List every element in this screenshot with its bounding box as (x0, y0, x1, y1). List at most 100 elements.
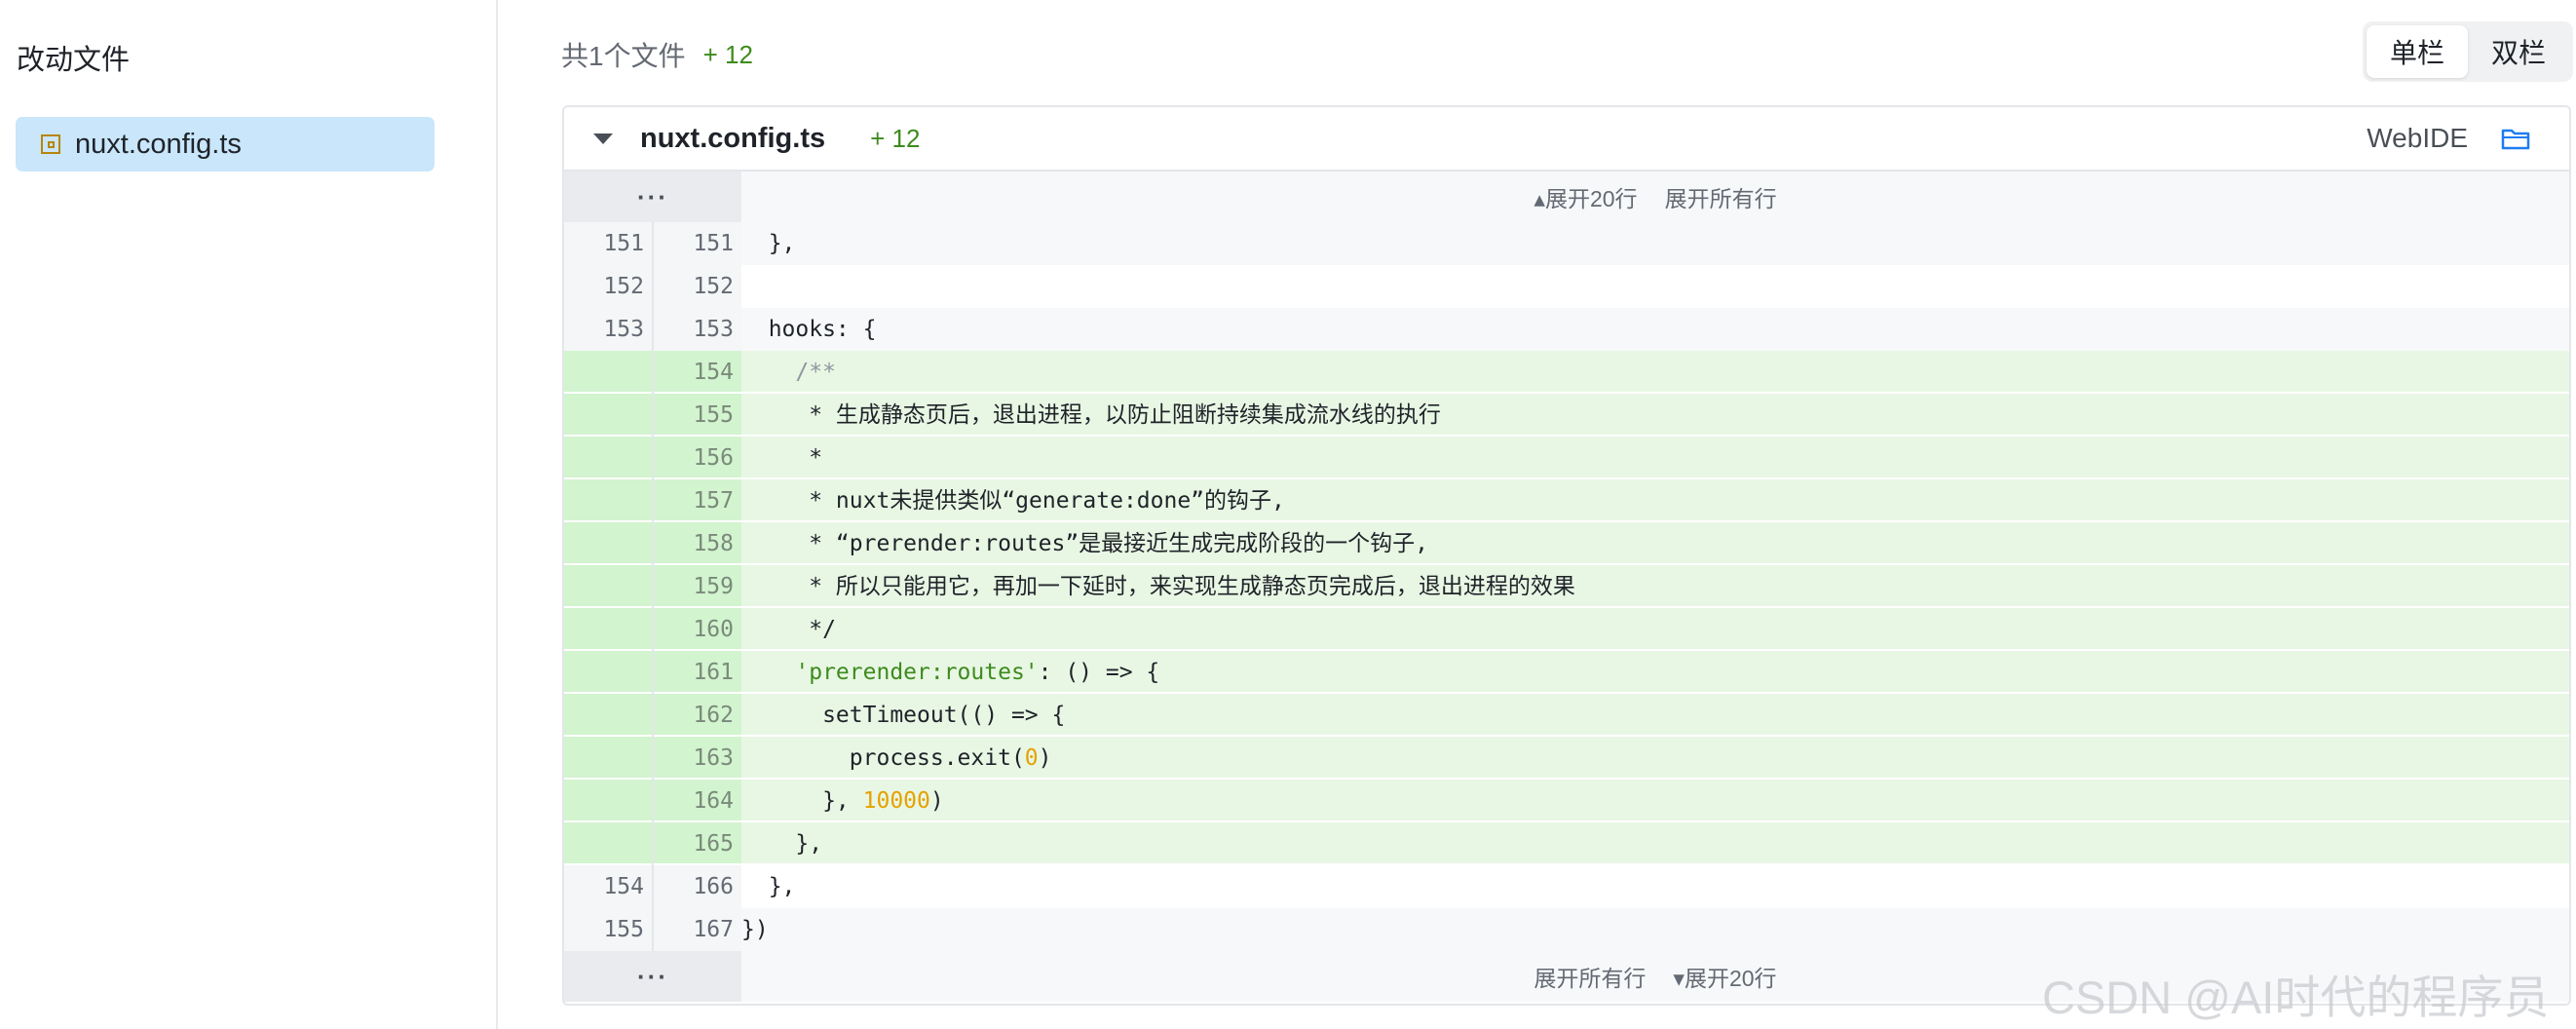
diff-additions-count: + 12 (870, 123, 921, 153)
code-token: ) (1038, 745, 1052, 771)
old-line-number: 151 (603, 231, 644, 256)
old-line-number (564, 822, 652, 865)
new-line-number: 157 (652, 479, 741, 522)
new-line-number: 161 (652, 651, 741, 694)
folder-icon[interactable] (2501, 127, 2530, 150)
file-item-nuxt-config[interactable]: nuxt.config.ts (16, 117, 435, 172)
new-line-number: 162 (652, 694, 741, 737)
new-line-number: 167 (652, 908, 741, 951)
expand-row-top: ··· ▴展开20行 展开所有行 (564, 172, 2569, 222)
context-line: 153 153 hooks: { (564, 308, 2569, 351)
new-line-number: 166 (652, 865, 741, 908)
view-mode-toggle: 单栏 双栏 (2363, 21, 2573, 82)
added-line: 158 * “prerender:routes”是最接近生成完成阶段的一个钩子, (564, 522, 2569, 565)
old-line-number (564, 351, 652, 394)
new-line-number: 164 (652, 780, 741, 822)
added-line: 157 * nuxt未提供类似“generate:done”的钩子, (564, 479, 2569, 522)
added-line: 163 process.exit(0) (564, 737, 2569, 780)
added-line: 161 'prerender:routes': () => { (564, 651, 2569, 694)
old-line-number: 155 (603, 917, 644, 942)
new-line-number: 152 (652, 265, 741, 308)
webide-link[interactable]: WebIDE (2367, 123, 2468, 154)
code-token: }, (741, 788, 863, 814)
added-line: 165 }, (564, 822, 2569, 865)
added-line: 154 /** (564, 351, 2569, 394)
old-line-number (564, 479, 652, 522)
old-line-number (564, 565, 652, 608)
diff-file-name: nuxt.config.ts (640, 122, 826, 154)
sidebar-title: 改动文件 (17, 45, 131, 76)
context-line: 155 167}) (564, 908, 2569, 951)
changed-files-sidebar: 改动文件 nuxt.config.ts (0, 0, 498, 1029)
expand-20-down-link[interactable]: ▾展开20行 (1673, 960, 1776, 993)
old-line-number (564, 780, 652, 822)
code-line: 'prerender:routes': () => { (741, 651, 2569, 694)
diff-panel: nuxt.config.ts + 12 WebIDE ··· ▴展开20行 展开… (562, 105, 2571, 1006)
code-line: setTimeout(() => { (741, 694, 2569, 737)
old-line-number (564, 737, 652, 780)
code-line: process.exit(0) (741, 737, 2569, 780)
code-line: }, 10000) (741, 780, 2569, 822)
added-line: 156 * (564, 437, 2569, 479)
single-column-button[interactable]: 单栏 (2367, 25, 2468, 78)
additions-count: + 12 (702, 39, 753, 69)
file-count-text: 共1个文件 (561, 41, 686, 71)
expand-all-link[interactable]: 展开所有行 (1534, 960, 1646, 993)
code-line: * 所以只能用它，再加一下延时，来实现生成静态页完成后，退出进程的效果 (741, 565, 2569, 608)
new-line-number: 153 (652, 308, 741, 351)
context-line: 152 152 (564, 265, 2569, 308)
code-token: process.exit( (741, 745, 1025, 771)
old-line-number: 154 (603, 874, 644, 899)
new-line-number: 154 (652, 351, 741, 394)
file-modified-icon (41, 134, 60, 154)
new-line-number: 163 (652, 737, 741, 780)
new-line-number: 155 (652, 394, 741, 437)
code-line: */ (741, 608, 2569, 651)
diff-lines: 151 151 }, 152 152 153 153 hooks: {154 /** 155… (564, 222, 2569, 951)
code-line: * (741, 437, 2569, 479)
code-token: 'prerender:routes' (795, 660, 1039, 685)
code-line: }, (741, 822, 2569, 865)
code-token: 0 (1024, 745, 1039, 771)
expand-dots-button[interactable]: ··· (564, 951, 741, 1002)
expand-dots-button[interactable]: ··· (564, 172, 741, 222)
code-line: hooks: { (741, 308, 2569, 351)
added-line: 160 */ (564, 608, 2569, 651)
new-line-number: 158 (652, 522, 741, 565)
added-line: 164 }, 10000) (564, 780, 2569, 822)
expand-all-link[interactable]: 展开所有行 (1665, 180, 1777, 213)
diff-file-header: nuxt.config.ts + 12 WebIDE (564, 107, 2569, 172)
context-line: 151 151 }, (564, 222, 2569, 265)
old-line-number (564, 437, 652, 479)
code-line (741, 265, 2569, 308)
old-line-number: 153 (603, 317, 644, 342)
code-line: }, (741, 865, 2569, 908)
code-token: 10000 (862, 788, 930, 814)
old-line-number (564, 651, 652, 694)
old-line-number (564, 394, 652, 437)
file-item-label: nuxt.config.ts (75, 128, 242, 160)
old-line-number (564, 522, 652, 565)
code-line: }) (741, 908, 2569, 951)
code-line: * nuxt未提供类似“generate:done”的钩子, (741, 479, 2569, 522)
new-line-number: 156 (652, 437, 741, 479)
code-line: * “prerender:routes”是最接近生成完成阶段的一个钩子, (741, 522, 2569, 565)
code-line: * 生成静态页后，退出进程，以防止阻断持续集成流水线的执行 (741, 394, 2569, 437)
change-summary: 共1个文件 + 12 (561, 35, 753, 74)
added-line: 155 * 生成静态页后，退出进程，以防止阻断持续集成流水线的执行 (564, 394, 2569, 437)
code-line: /** (741, 351, 2569, 394)
code-line: }, (741, 222, 2569, 265)
old-line-number (564, 694, 652, 737)
watermark: CSDN @AI时代的程序员 (2042, 972, 2550, 1023)
new-line-number: 165 (652, 822, 741, 865)
old-line-number (564, 608, 652, 651)
collapse-caret-icon[interactable] (593, 133, 613, 144)
expand-20-up-link[interactable]: ▴展开20行 (1534, 180, 1637, 213)
code-token: ) (929, 788, 944, 814)
added-line: 162 setTimeout(() => { (564, 694, 2569, 737)
new-line-number: 160 (652, 608, 741, 651)
double-column-button[interactable]: 双栏 (2468, 25, 2569, 78)
added-line: 159 * 所以只能用它，再加一下延时，来实现生成静态页完成后，退出进程的效果 (564, 565, 2569, 608)
old-line-number: 152 (603, 274, 644, 299)
